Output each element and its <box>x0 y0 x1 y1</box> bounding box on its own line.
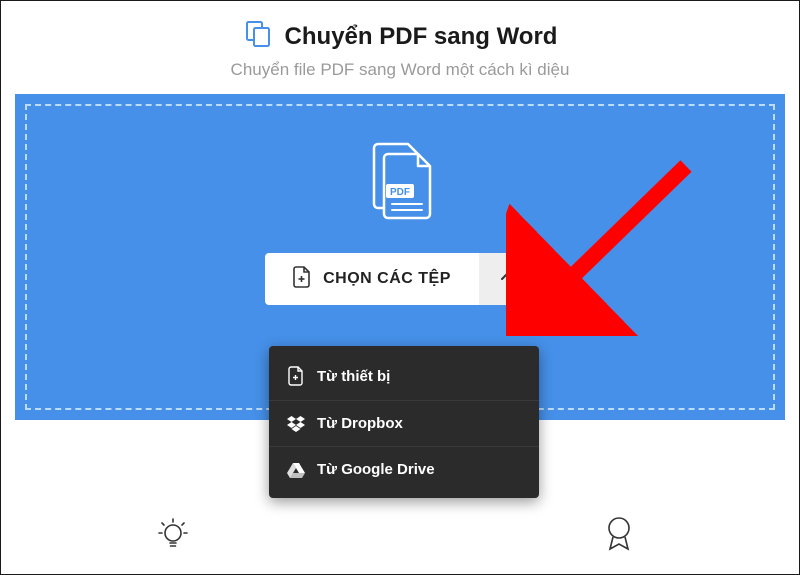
menu-item-device[interactable]: Từ thiết bị <box>269 352 539 400</box>
page-subtitle: Chuyển file PDF sang Word một cách kì di… <box>1 60 799 80</box>
file-add-icon <box>293 266 311 293</box>
menu-item-label: Từ thiết bị <box>317 368 390 385</box>
dropbox-icon <box>287 416 305 432</box>
source-dropdown: Từ thiết bị Từ Dropbox Từ Google <box>269 346 539 498</box>
choose-files-label: CHỌN CÁC TỆP <box>323 270 451 288</box>
choose-files-button[interactable]: CHỌN CÁC TỆP <box>265 253 479 305</box>
pdf-to-word-icon <box>243 19 273 54</box>
menu-item-label: Từ Google Drive <box>317 461 435 478</box>
page-title: Chuyển PDF sang Word <box>285 23 558 51</box>
lightbulb-icon <box>156 515 190 558</box>
award-ribbon-icon <box>604 515 634 558</box>
menu-item-label: Từ Dropbox <box>317 415 403 432</box>
choose-files-dropdown-toggle[interactable] <box>479 253 535 305</box>
page-header: Chuyển PDF sang Word Chuyển file PDF san… <box>1 1 799 94</box>
menu-item-google-drive[interactable]: Từ Google Drive <box>269 446 539 492</box>
svg-text:PDF: PDF <box>390 187 410 198</box>
file-add-icon <box>287 366 305 386</box>
google-drive-icon <box>287 462 305 478</box>
choose-files-row: CHỌN CÁC TỆP <box>265 253 535 305</box>
menu-item-dropbox[interactable]: Từ Dropbox <box>269 400 539 446</box>
chevron-up-icon <box>499 269 515 290</box>
footer-icons <box>1 515 799 558</box>
pdf-files-icon: PDF <box>364 142 436 227</box>
